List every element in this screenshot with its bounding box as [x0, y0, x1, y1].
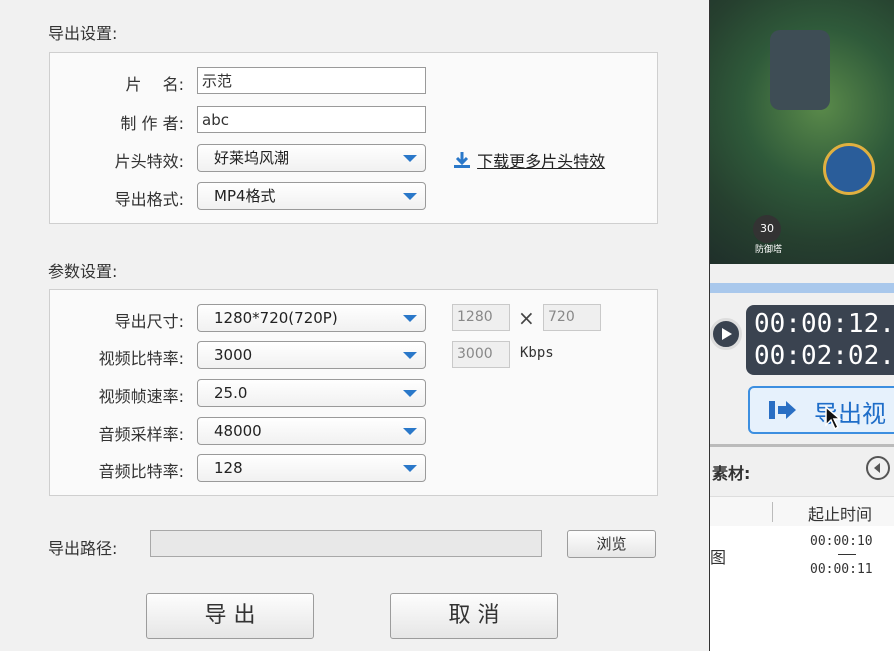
fps-value: 25.0	[214, 384, 248, 402]
size-value: 1280*720(720P)	[214, 309, 338, 327]
tower-shape	[770, 30, 830, 110]
download-more-text: 下载更多片头特效	[477, 152, 606, 171]
intro-effect-select[interactable]: 好莱坞风潮	[197, 144, 426, 172]
export-path-input[interactable]	[150, 530, 542, 557]
chevron-down-icon	[403, 465, 417, 472]
cursor-icon	[825, 405, 842, 431]
name-input[interactable]: 示范	[197, 67, 426, 94]
author-input[interactable]: abc	[197, 106, 426, 133]
name-label: 片 名:	[125, 75, 184, 94]
chevron-down-icon	[403, 352, 417, 359]
video-bitrate-value: 3000	[214, 346, 253, 364]
time-display: 00:00:12.4 00:02:02.5	[746, 305, 894, 375]
export-path-label: 导出路径:	[48, 539, 118, 558]
column-start-time: 起止时间	[808, 505, 873, 524]
sample-rate-select[interactable]: 48000	[197, 417, 426, 445]
cancel-button[interactable]: 取 消	[390, 593, 558, 639]
material-label: 素材:	[712, 464, 751, 483]
export-dialog: 导出设置: 片 名: 示范 制 作 者: abc 片头特效: 好莱坞风潮 下载更…	[0, 0, 708, 651]
sample-rate-label: 音频采样率:	[98, 425, 184, 444]
row-start-time: 00:00:10	[810, 534, 873, 549]
export-settings-title: 导出设置:	[48, 24, 118, 43]
play-button[interactable]	[710, 318, 742, 350]
times-sign: ×	[518, 306, 535, 330]
total-time: 00:02:02.5	[754, 341, 894, 371]
chevron-down-icon	[403, 193, 417, 200]
download-more-link[interactable]: 下载更多片头特效	[452, 148, 605, 172]
size-label: 导出尺寸:	[114, 312, 184, 331]
hero-avatar	[823, 143, 875, 195]
progress-track[interactable]	[710, 283, 894, 293]
audio-bitrate-select[interactable]: 128	[197, 454, 426, 482]
play-icon	[722, 328, 732, 340]
bitrate-unit: Kbps	[520, 345, 554, 361]
video-bitrate-input[interactable]: 3000	[452, 341, 510, 368]
export-video-button[interactable]: 导出视	[748, 386, 894, 434]
audio-bitrate-value: 128	[214, 459, 243, 477]
table-header: 起止时间	[710, 496, 894, 528]
column-divider	[772, 502, 773, 522]
main-window-right-panel: 30 防御塔 00:00:12.4 00:02:02.5 导出视 素材: 起止时…	[709, 0, 894, 651]
height-input[interactable]: 720	[543, 304, 601, 331]
format-select[interactable]: MP4格式	[197, 182, 426, 210]
sample-rate-value: 48000	[214, 422, 262, 440]
left-arrow-icon	[874, 463, 880, 473]
intro-effect-value: 好莱坞风潮	[214, 149, 290, 167]
back-button[interactable]	[866, 456, 890, 480]
fps-label: 视频帧速率:	[98, 387, 184, 406]
current-time: 00:00:12.4	[754, 309, 894, 339]
video-preview[interactable]: 30 防御塔	[710, 0, 894, 264]
video-bitrate-select[interactable]: 3000	[197, 341, 426, 369]
size-select[interactable]: 1280*720(720P)	[197, 304, 426, 332]
level-badge: 30	[753, 215, 781, 243]
chevron-down-icon	[403, 428, 417, 435]
fps-select[interactable]: 25.0	[197, 379, 426, 407]
export-arrow-icon	[769, 401, 796, 419]
format-value: MP4格式	[214, 187, 276, 205]
export-button[interactable]: 导 出	[146, 593, 314, 639]
format-label: 导出格式:	[114, 190, 184, 209]
author-label: 制 作 者:	[120, 114, 184, 133]
download-icon	[454, 152, 470, 168]
game-caption: 防御塔	[755, 245, 783, 255]
browse-button[interactable]: 浏览	[567, 530, 656, 558]
row-icon-char: 图	[710, 548, 727, 567]
table-body: 图 00:00:10 00:00:11	[710, 526, 894, 651]
audio-bitrate-label: 音频比特率:	[98, 462, 184, 481]
width-input[interactable]: 1280	[452, 304, 510, 331]
row-end-time: 00:00:11	[810, 562, 873, 577]
chevron-down-icon	[403, 390, 417, 397]
chevron-down-icon	[403, 155, 417, 162]
chevron-down-icon	[403, 315, 417, 322]
video-bitrate-label: 视频比特率:	[98, 349, 184, 368]
divider	[710, 444, 894, 447]
param-settings-title: 参数设置:	[48, 262, 118, 281]
time-separator	[838, 554, 856, 555]
intro-effect-label: 片头特效:	[114, 152, 184, 171]
